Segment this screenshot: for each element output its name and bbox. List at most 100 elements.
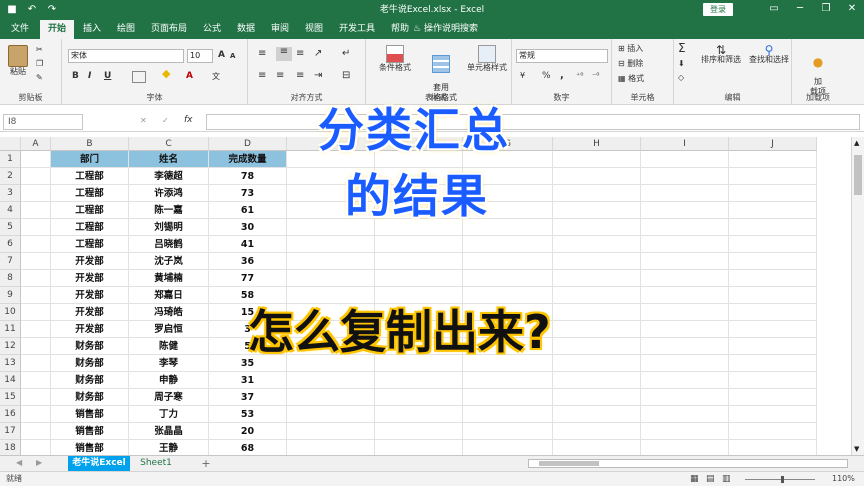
vertical-scrollbar[interactable]: ▲ ▼ (851, 137, 864, 455)
row-header-14[interactable]: 14 (0, 372, 21, 389)
empty-cell[interactable] (553, 253, 641, 270)
empty-cell[interactable] (21, 236, 51, 253)
delete-cells-button[interactable]: ⊟ 删除 (618, 59, 643, 69)
scroll-up-icon[interactable]: ▲ (854, 139, 859, 147)
empty-cell[interactable] (375, 372, 463, 389)
tab-review[interactable]: 审阅 (266, 20, 294, 39)
tab-help[interactable]: 帮助 (386, 20, 414, 39)
find-select-button[interactable]: ⚲ 查找和选择 (746, 44, 792, 65)
empty-cell[interactable] (641, 287, 729, 304)
table-cell[interactable]: 李琴 (129, 355, 209, 372)
column-header-h[interactable]: H (553, 137, 641, 151)
row-header-7[interactable]: 7 (0, 253, 21, 270)
paste-button[interactable]: 粘贴 (6, 45, 30, 77)
empty-cell[interactable] (287, 287, 375, 304)
empty-cell[interactable] (463, 389, 553, 406)
table-cell[interactable]: 周子寒 (129, 389, 209, 406)
align-middle-icon[interactable]: ≡ (276, 47, 292, 61)
shrink-font-button[interactable]: A (230, 52, 235, 60)
align-left-icon[interactable]: ≡ (258, 71, 266, 81)
scroll-thumb[interactable] (854, 155, 862, 195)
table-cell[interactable]: 73 (209, 185, 287, 202)
tab-draw[interactable]: 绘图 (112, 20, 140, 39)
empty-cell[interactable] (641, 168, 729, 185)
empty-cell[interactable] (641, 151, 729, 168)
empty-cell[interactable] (729, 287, 817, 304)
table-cell[interactable]: 77 (209, 270, 287, 287)
empty-cell[interactable] (553, 338, 641, 355)
tab-file[interactable]: 文件 (6, 20, 34, 39)
normal-view-icon[interactable]: ▦ (690, 472, 699, 486)
empty-cell[interactable] (641, 406, 729, 423)
empty-cell[interactable] (21, 202, 51, 219)
empty-cell[interactable] (641, 185, 729, 202)
zoom-slider-thumb[interactable] (781, 476, 784, 483)
table-cell[interactable]: 工程部 (51, 185, 129, 202)
empty-cell[interactable] (553, 287, 641, 304)
next-sheet-icon[interactable]: ▶ (36, 458, 42, 468)
empty-cell[interactable] (729, 236, 817, 253)
cell-styles-button[interactable]: 单元格样式 (464, 45, 510, 73)
table-cell[interactable]: 刘锡明 (129, 219, 209, 236)
row-header-13[interactable]: 13 (0, 355, 21, 372)
minimize-button[interactable]: ─ (792, 2, 808, 16)
phonetic-button[interactable]: 文 (212, 71, 220, 82)
empty-cell[interactable] (641, 338, 729, 355)
zoom-slider[interactable] (745, 476, 815, 483)
empty-cell[interactable] (729, 321, 817, 338)
empty-cell[interactable] (553, 304, 641, 321)
empty-cell[interactable] (729, 151, 817, 168)
empty-cell[interactable] (553, 219, 641, 236)
table-cell[interactable]: 黄埔楠 (129, 270, 209, 287)
number-format-select[interactable]: 常规 (516, 49, 608, 63)
bold-button[interactable]: B (72, 71, 79, 81)
empty-cell[interactable] (463, 236, 553, 253)
table-cell[interactable]: 开发部 (51, 270, 129, 287)
increase-decimal-icon[interactable]: ⁺⁰ (576, 71, 583, 81)
align-bottom-icon[interactable]: ≡ (296, 49, 304, 59)
empty-cell[interactable] (729, 389, 817, 406)
table-cell[interactable]: 58 (209, 287, 287, 304)
sort-filter-button[interactable]: ⇅ 排序和筛选 (698, 44, 744, 65)
font-size-select[interactable]: 10 (187, 49, 213, 63)
empty-cell[interactable] (729, 423, 817, 440)
name-box[interactable]: I8 (3, 114, 83, 130)
table-cell[interactable]: 罗启恒 (129, 321, 209, 338)
empty-cell[interactable] (729, 202, 817, 219)
table-cell[interactable]: 20 (209, 423, 287, 440)
fill-icon[interactable]: ⬇ (678, 59, 685, 69)
page-layout-view-icon[interactable]: ▤ (706, 472, 715, 486)
table-cell[interactable]: 吕晓鹤 (129, 236, 209, 253)
empty-cell[interactable] (21, 355, 51, 372)
tab-home[interactable]: 开始 (40, 20, 74, 39)
empty-cell[interactable] (729, 270, 817, 287)
empty-cell[interactable] (641, 219, 729, 236)
table-cell[interactable]: 沈子岚 (129, 253, 209, 270)
format-cells-button[interactable]: ▦ 格式 (618, 74, 644, 84)
tab-page-layout[interactable]: 页面布局 (146, 20, 192, 39)
table-cell[interactable]: 开发部 (51, 321, 129, 338)
empty-cell[interactable] (375, 270, 463, 287)
table-cell[interactable]: 财务部 (51, 338, 129, 355)
percent-button[interactable]: % (542, 71, 551, 81)
empty-cell[interactable] (553, 151, 641, 168)
empty-cell[interactable] (287, 372, 375, 389)
border-icon[interactable] (132, 71, 146, 83)
column-header-i[interactable]: I (641, 137, 729, 151)
fill-color-icon[interactable]: ◆ (162, 68, 170, 79)
table-cell[interactable]: 丁力 (129, 406, 209, 423)
row-header-10[interactable]: 10 (0, 304, 21, 321)
empty-cell[interactable] (375, 287, 463, 304)
empty-cell[interactable] (641, 389, 729, 406)
column-header-d[interactable]: D (209, 137, 287, 151)
empty-cell[interactable] (553, 168, 641, 185)
table-cell[interactable]: 78 (209, 168, 287, 185)
tab-developer[interactable]: 开发工具 (334, 20, 380, 39)
empty-cell[interactable] (287, 270, 375, 287)
empty-cell[interactable] (729, 168, 817, 185)
table-cell[interactable]: 申静 (129, 372, 209, 389)
add-sheet-button[interactable]: + (198, 456, 214, 471)
row-header-6[interactable]: 6 (0, 236, 21, 253)
tab-insert[interactable]: 插入 (78, 20, 106, 39)
empty-cell[interactable] (287, 253, 375, 270)
